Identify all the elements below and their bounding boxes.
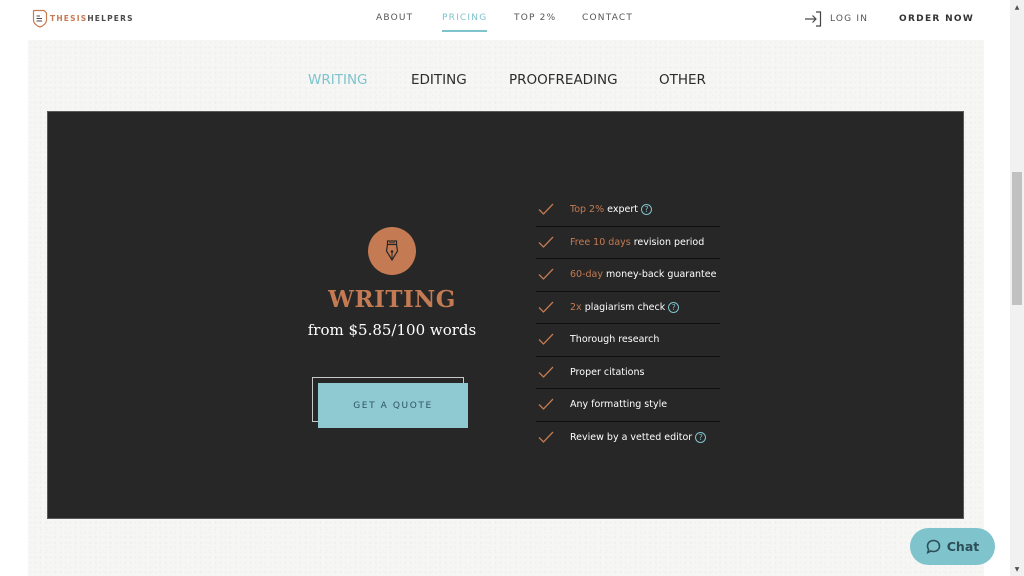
nav-contact[interactable]: CONTACT bbox=[582, 13, 633, 23]
feature-label: Proper citations bbox=[570, 366, 645, 378]
feature-text: Proper citations bbox=[570, 367, 644, 378]
feature-highlight: 60-day bbox=[570, 269, 603, 280]
get-a-quote-button[interactable]: GET A QUOTE bbox=[318, 383, 468, 428]
feature-text: Any formatting style bbox=[570, 399, 667, 410]
service-icon-badge bbox=[368, 227, 416, 275]
document-shield-icon bbox=[32, 9, 48, 28]
chat-bubble-icon bbox=[926, 539, 941, 554]
feature-text: 60-day money-back guarantee bbox=[570, 269, 716, 280]
checkmark-icon bbox=[538, 431, 554, 443]
feature-item: Free 10 days revision period bbox=[536, 227, 720, 259]
checkmark-icon bbox=[538, 236, 554, 248]
feature-label: money-back guarantee bbox=[603, 269, 717, 280]
nav-about[interactable]: ABOUT bbox=[376, 13, 413, 23]
tab-proofreading[interactable]: PROOFREADING bbox=[509, 72, 618, 88]
feature-label: Thorough research bbox=[570, 334, 660, 345]
checkmark-icon bbox=[538, 268, 554, 280]
login-arrow-icon bbox=[805, 11, 822, 27]
order-now-button[interactable]: ORDER NOW bbox=[899, 14, 974, 24]
feature-item: 2x plagiarism check? bbox=[536, 292, 720, 324]
feature-text: 2x plagiarism check? bbox=[570, 301, 680, 313]
top-navigation-bar: THESISHELPERS ABOUT PRICING TOP 2% CONTA… bbox=[0, 0, 1010, 40]
help-icon[interactable]: ? bbox=[668, 301, 680, 313]
feature-highlight: Top 2% bbox=[570, 204, 605, 215]
tab-other[interactable]: OTHER bbox=[659, 72, 706, 88]
scroll-up-arrow-icon[interactable]: ▲ bbox=[1010, 0, 1024, 14]
brand-logo[interactable]: THESISHELPERS bbox=[32, 9, 134, 28]
brand-name: THESISHELPERS bbox=[50, 14, 134, 23]
feature-item: Thorough research bbox=[536, 324, 720, 357]
login-link[interactable]: LOG IN bbox=[804, 11, 868, 27]
feature-text: Review by a vetted editor? bbox=[570, 431, 707, 443]
feature-item: 60-day money-back guarantee bbox=[536, 259, 720, 292]
feature-label: Any formatting style bbox=[570, 399, 668, 410]
login-label: LOG IN bbox=[830, 14, 869, 24]
feature-label: Review by a vetted editor bbox=[570, 431, 693, 443]
feature-label: expert bbox=[604, 204, 638, 215]
feature-text: Top 2% expert? bbox=[570, 204, 652, 215]
checkmark-icon bbox=[538, 366, 554, 378]
vertical-scrollbar[interactable]: ▲ ▼ bbox=[1010, 0, 1024, 576]
feature-highlight: 2x bbox=[570, 301, 582, 313]
feature-label: revision period bbox=[630, 236, 705, 248]
fountain-pen-icon bbox=[385, 240, 399, 262]
chat-label: Chat bbox=[946, 539, 980, 554]
service-panel bbox=[47, 111, 964, 519]
help-icon[interactable]: ? bbox=[640, 204, 652, 215]
chat-button[interactable]: Chat bbox=[910, 528, 995, 565]
feature-item: Any formatting style bbox=[536, 389, 720, 422]
service-title: WRITING bbox=[328, 286, 456, 313]
feature-highlight: Free 10 days bbox=[570, 236, 631, 248]
checkmark-icon bbox=[538, 333, 554, 345]
feature-list: Top 2% expert? Free 10 days revision peri… bbox=[536, 194, 720, 454]
feature-item: Review by a vetted editor? bbox=[536, 422, 720, 455]
service-price: from $5.85/100 words bbox=[307, 321, 477, 339]
brand-name-part1: THESIS bbox=[50, 14, 88, 23]
feature-text: Free 10 days revision period bbox=[570, 237, 704, 248]
scroll-down-arrow-icon[interactable]: ▼ bbox=[1010, 562, 1024, 576]
scrollbar-thumb[interactable] bbox=[1012, 172, 1022, 305]
feature-text: Thorough research bbox=[570, 334, 659, 345]
checkmark-icon bbox=[538, 301, 554, 313]
nav-top-2[interactable]: TOP 2% bbox=[514, 13, 556, 23]
nav-pricing[interactable]: PRICING bbox=[442, 13, 488, 32]
checkmark-icon bbox=[538, 203, 554, 215]
feature-item: Top 2% expert? bbox=[536, 194, 720, 227]
help-icon[interactable]: ? bbox=[695, 431, 707, 443]
tab-editing[interactable]: EDITING bbox=[411, 72, 467, 88]
brand-name-part2: HELPERS bbox=[87, 14, 134, 23]
tab-writing[interactable]: WRITING bbox=[308, 72, 368, 88]
feature-item: Proper citations bbox=[536, 357, 720, 389]
checkmark-icon bbox=[538, 398, 554, 410]
feature-label: plagiarism check bbox=[581, 301, 666, 313]
